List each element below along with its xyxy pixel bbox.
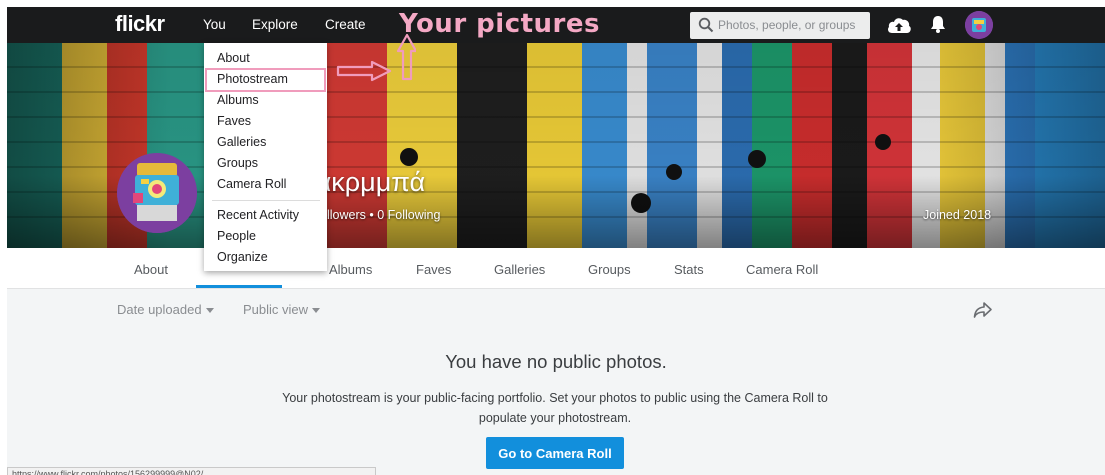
- menu-item-organize[interactable]: Organize: [217, 250, 268, 264]
- flickr-profile-page: flickr You Explore Create Your pictures: [7, 7, 1105, 475]
- tab-stats[interactable]: Stats: [674, 262, 704, 277]
- tab-camera-roll[interactable]: Camera Roll: [746, 262, 818, 277]
- profile-stats[interactable]: llowers • 0 Following: [327, 208, 440, 222]
- go-to-camera-roll-button[interactable]: Go to Camera Roll: [486, 437, 624, 469]
- menu-item-groups[interactable]: Groups: [217, 156, 258, 170]
- sort-label: Date uploaded: [117, 302, 202, 317]
- tab-active-indicator: [196, 285, 282, 288]
- notifications-bell-icon[interactable]: [929, 14, 947, 34]
- menu-item-faves[interactable]: Faves: [217, 114, 251, 128]
- chevron-down-icon: [205, 308, 214, 314]
- top-navigation-bar: flickr You Explore Create Your pictures: [7, 7, 1105, 43]
- menu-item-camera-roll[interactable]: Camera Roll: [217, 177, 286, 191]
- menu-item-people[interactable]: People: [217, 229, 256, 243]
- tab-about[interactable]: About: [134, 262, 168, 277]
- user-avatar[interactable]: [965, 11, 993, 39]
- menu-item-about[interactable]: About: [217, 51, 250, 65]
- menu-item-galleries[interactable]: Galleries: [217, 135, 266, 149]
- empty-state-title: You have no public photos.: [445, 351, 667, 372]
- nav-you[interactable]: You: [203, 17, 226, 32]
- menu-item-recent-activity[interactable]: Recent Activity: [217, 208, 299, 222]
- chevron-down-icon: [312, 308, 321, 314]
- tab-groups[interactable]: Groups: [588, 262, 631, 277]
- profile-subnav: About Albums Faves Galleries Groups Stat…: [7, 248, 1105, 289]
- menu-divider: [212, 200, 320, 201]
- search-input[interactable]: [718, 16, 863, 34]
- tab-faves[interactable]: Faves: [416, 262, 451, 277]
- empty-state-description: Your photostream is your public-facing p…: [282, 391, 828, 425]
- nav-create[interactable]: Create: [325, 17, 366, 32]
- annotation-title: Your pictures: [399, 9, 600, 39]
- menu-item-photostream[interactable]: Photostream: [217, 72, 288, 86]
- search-box[interactable]: [690, 12, 870, 39]
- view-label: Public view: [243, 302, 309, 317]
- menu-item-albums[interactable]: Albums: [217, 93, 259, 107]
- profile-avatar[interactable]: [117, 153, 197, 233]
- tab-galleries[interactable]: Galleries: [494, 262, 545, 277]
- flickr-logo[interactable]: flickr: [115, 11, 165, 37]
- tab-albums[interactable]: Albums: [329, 262, 372, 277]
- profile-avatar-image: [117, 153, 197, 233]
- nav-explore[interactable]: Explore: [252, 17, 298, 32]
- avatar-image: [965, 11, 993, 39]
- you-dropdown-menu: About Photostream Albums Faves Galleries…: [204, 43, 327, 271]
- joined-date: Joined 2018: [923, 208, 992, 222]
- browser-status-bar: https://www.flickr.com/photos/156299999@…: [7, 467, 376, 475]
- view-dropdown[interactable]: Public view: [243, 302, 321, 317]
- annotation-arrow-icon: [336, 33, 416, 82]
- sort-dropdown[interactable]: Date uploaded: [117, 302, 214, 317]
- search-icon: [698, 17, 714, 33]
- upload-cloud-icon[interactable]: [886, 14, 912, 36]
- share-icon[interactable]: [973, 301, 993, 319]
